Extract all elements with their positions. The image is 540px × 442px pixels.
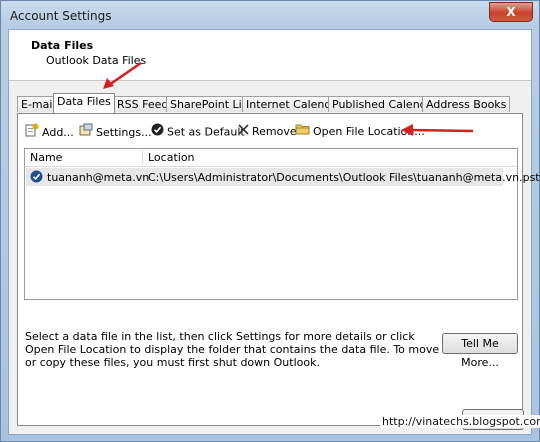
settings-icon	[79, 123, 93, 143]
set-as-default-button[interactable]: Set as Default	[151, 123, 245, 141]
dialog-client-area: Data Files Outlook Data Files E-mail Dat…	[8, 29, 540, 435]
set-as-default-label: Set as Default	[167, 125, 245, 139]
remove-button[interactable]: Remove	[238, 123, 297, 141]
column-header-location[interactable]: Location	[148, 151, 195, 164]
title-bar[interactable]: Account Settings X	[1, 1, 539, 29]
remove-button-label: Remove	[252, 125, 297, 138]
data-file-list[interactable]: Name Location tuananh@meta.vn C:\Users\A…	[24, 148, 540, 300]
page-title: Data Files	[31, 39, 94, 52]
list-header: Name Location	[25, 149, 517, 167]
add-button-label: Add...	[42, 126, 74, 139]
default-checkmark-icon	[30, 170, 43, 186]
help-description: Select a data file in the list, then cli…	[25, 330, 440, 369]
folder-icon	[295, 123, 310, 141]
watermark-url: http://vinatechs.blogspot.com	[380, 415, 540, 428]
row-name: tuananh@meta.vn	[47, 171, 150, 184]
add-button[interactable]: Add...	[25, 123, 74, 141]
header-panel: Data Files Outlook Data Files	[9, 30, 531, 81]
data-files-panel: Add... Settings... Set as Default Remove	[17, 113, 540, 426]
add-file-icon	[25, 123, 39, 143]
settings-button[interactable]: Settings...	[79, 123, 152, 141]
window-title: Account Settings	[10, 9, 112, 23]
annotation-arrow-tab	[103, 61, 142, 89]
column-header-name[interactable]: Name	[30, 151, 62, 164]
tab-address-books[interactable]: Address Books	[422, 96, 511, 112]
checkmark-circle-icon	[151, 123, 164, 142]
row-location: C:\Users\Administrator\Documents\Outlook…	[148, 171, 540, 184]
table-row[interactable]: tuananh@meta.vn C:\Users\Administrator\D…	[26, 168, 540, 186]
annotation-arrow-open-location	[401, 124, 474, 136]
window-close-button[interactable]: X	[489, 2, 533, 22]
remove-x-icon	[238, 123, 249, 141]
tab-data-files[interactable]: Data Files	[53, 93, 115, 113]
settings-button-label: Settings...	[96, 126, 152, 139]
account-settings-window: Account Settings X Data Files Outlook Da…	[0, 0, 540, 442]
tell-me-more-button[interactable]: Tell Me More...	[442, 333, 518, 369]
column-divider[interactable]	[142, 150, 143, 165]
